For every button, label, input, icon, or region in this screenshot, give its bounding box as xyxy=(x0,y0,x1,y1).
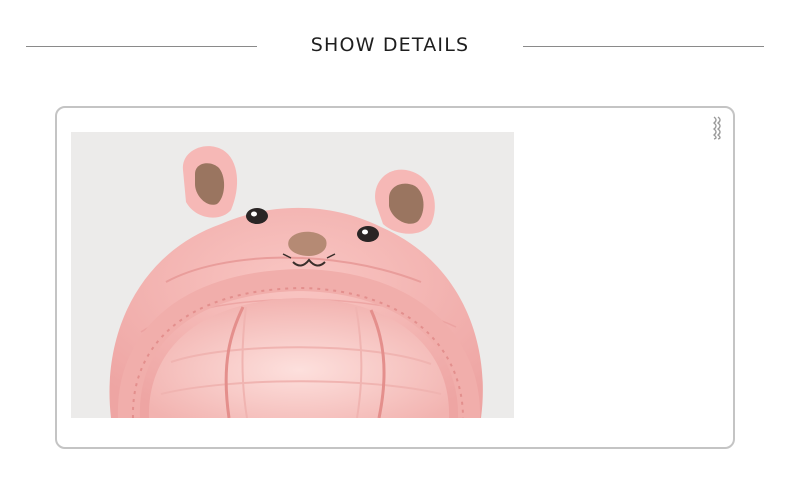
squiggle-decoration-icon xyxy=(712,116,721,140)
bear-hood-illustration xyxy=(71,132,514,418)
left-ear xyxy=(182,146,238,218)
section-heading: SHOW DETAILS xyxy=(310,34,470,56)
heading-rule-right xyxy=(523,46,764,47)
heading-rule-left xyxy=(26,46,257,47)
nose xyxy=(288,231,327,256)
product-detail-photo xyxy=(71,132,514,418)
right-eye xyxy=(357,226,379,242)
left-eye xyxy=(246,208,268,224)
